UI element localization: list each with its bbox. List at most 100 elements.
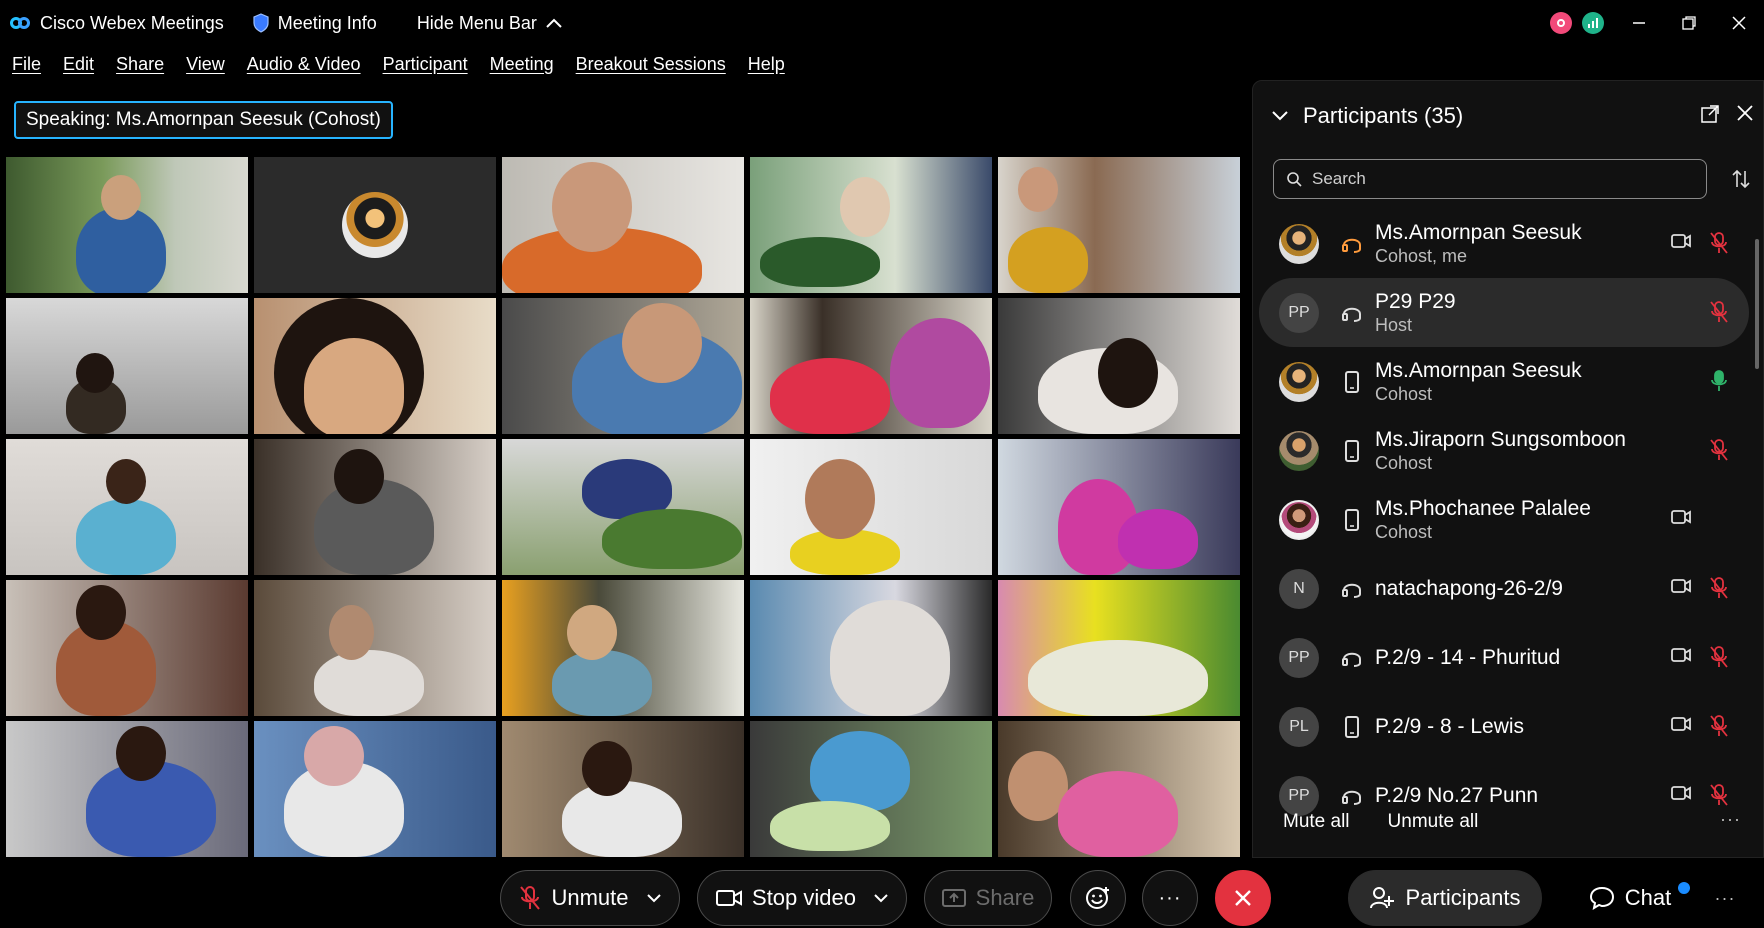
participant-row[interactable]: Nnatachapong-26-2/9: [1259, 554, 1749, 623]
video-camera-icon[interactable]: [1671, 233, 1691, 254]
headset-icon: [1337, 647, 1367, 669]
close-icon: [1235, 890, 1251, 906]
participants-icon: [1369, 887, 1394, 909]
video-tile[interactable]: [998, 298, 1240, 434]
video-tile[interactable]: [254, 298, 496, 434]
video-tile[interactable]: [998, 439, 1240, 575]
menu-audio-video[interactable]: Audio & Video: [247, 54, 361, 75]
participant-name: natachapong-26-2/9: [1375, 576, 1563, 600]
participant-list: Ms.Amornpan Seesuk Cohost, me PP P29 P29 Hos…: [1259, 209, 1749, 875]
participant-row[interactable]: PP P.2/9 - 14 - Phuritud: [1259, 623, 1749, 692]
video-tile-avatar[interactable]: [254, 157, 496, 293]
video-tile[interactable]: [750, 580, 992, 716]
video-tile[interactable]: [750, 439, 992, 575]
mute-all-button[interactable]: Mute all: [1283, 811, 1350, 833]
mic-muted-icon[interactable]: [1709, 714, 1729, 743]
participant-row[interactable]: Ms.Amornpan Seesuk Cohost, me: [1259, 209, 1749, 278]
video-tile[interactable]: [998, 157, 1240, 293]
video-tile[interactable]: [6, 580, 248, 716]
video-tile[interactable]: [6, 157, 248, 293]
video-camera-icon[interactable]: [1671, 578, 1691, 599]
mic-active-icon[interactable]: [1709, 369, 1729, 398]
participant-row[interactable]: PP P29 P29 Host: [1259, 278, 1749, 347]
menu-help[interactable]: Help: [748, 54, 785, 75]
sort-icon[interactable]: [1731, 169, 1751, 189]
minimize-button[interactable]: [1614, 3, 1664, 43]
menu-breakout-sessions[interactable]: Breakout Sessions: [576, 54, 726, 75]
meeting-info-button[interactable]: Meeting Info: [252, 13, 377, 34]
menu-edit[interactable]: Edit: [63, 54, 94, 75]
video-tile[interactable]: [750, 298, 992, 434]
hide-menu-bar-button[interactable]: Hide Menu Bar: [417, 13, 563, 34]
video-tile[interactable]: [254, 439, 496, 575]
leave-meeting-button[interactable]: [1215, 870, 1271, 926]
pop-out-icon[interactable]: [1701, 105, 1719, 123]
more-controls-button[interactable]: ···: [1142, 870, 1198, 926]
participants-button[interactable]: Participants: [1348, 870, 1542, 926]
participant-row[interactable]: PL P.2/9 - 8 - Lewis: [1259, 692, 1749, 761]
chat-unread-badge: [1678, 882, 1690, 894]
menu-view[interactable]: View: [186, 54, 225, 75]
unmute-label: Unmute: [551, 885, 629, 910]
menu-meeting[interactable]: Meeting: [490, 54, 554, 75]
video-tile[interactable]: [998, 580, 1240, 716]
participant-row[interactable]: Ms.Amornpan Seesuk Cohost: [1259, 347, 1749, 416]
more-options-button[interactable]: ···: [1700, 870, 1750, 926]
participant-row[interactable]: Ms.Jiraporn Sungsomboon Cohost: [1259, 416, 1749, 485]
video-tile[interactable]: [502, 157, 744, 293]
emoji-icon: [1086, 887, 1109, 909]
video-tile[interactable]: [6, 721, 248, 857]
chat-button[interactable]: Chat: [1570, 870, 1690, 926]
participant-search[interactable]: [1273, 159, 1707, 199]
video-tile[interactable]: [254, 580, 496, 716]
participant-row[interactable]: Ms.Phochanee Palalee Cohost: [1259, 485, 1749, 554]
mic-muted-icon: [520, 886, 541, 910]
video-camera-icon[interactable]: [1671, 716, 1691, 737]
menu-share[interactable]: Share: [116, 54, 164, 75]
restore-button[interactable]: [1664, 3, 1714, 43]
stop-video-button[interactable]: Stop video: [697, 870, 907, 926]
mic-muted-icon[interactable]: [1709, 300, 1729, 329]
video-tile[interactable]: [502, 580, 744, 716]
avatar: PL: [1279, 706, 1319, 747]
video-tile[interactable]: [998, 721, 1240, 857]
chevron-down-icon[interactable]: [874, 893, 888, 903]
search-input[interactable]: [1312, 169, 1692, 189]
share-button[interactable]: Share: [924, 870, 1052, 926]
video-camera-icon[interactable]: [1671, 647, 1691, 668]
avatar: [1279, 430, 1319, 471]
reactions-button[interactable]: [1070, 870, 1126, 926]
participant-info: Ms.Phochanee Palalee Cohost: [1375, 497, 1749, 543]
participant-info: P.2/9 - 8 - Lewis: [1375, 715, 1749, 739]
menu-file[interactable]: File: [12, 54, 41, 75]
mic-muted-icon[interactable]: [1709, 645, 1729, 674]
video-camera-icon[interactable]: [1671, 509, 1691, 530]
recording-indicator-icon[interactable]: [1550, 12, 1572, 34]
participants-footer: Mute all Unmute all ···: [1253, 787, 1763, 857]
close-window-button[interactable]: [1714, 3, 1764, 43]
unmute-button[interactable]: Unmute: [500, 870, 680, 926]
app-title: Cisco Webex Meetings: [40, 12, 224, 33]
menu-participant[interactable]: Participant: [383, 54, 468, 75]
avatar: N: [1279, 568, 1319, 609]
video-tile[interactable]: [502, 298, 744, 434]
mic-muted-icon[interactable]: [1709, 576, 1729, 605]
mic-muted-icon[interactable]: [1709, 438, 1729, 467]
participant-info: natachapong-26-2/9: [1375, 577, 1749, 601]
video-tile[interactable]: [6, 439, 248, 575]
video-tile[interactable]: [502, 721, 744, 857]
search-icon: [1287, 172, 1302, 187]
video-tile[interactable]: [6, 298, 248, 434]
network-stats-icon[interactable]: [1582, 12, 1604, 34]
video-tile[interactable]: [750, 721, 992, 857]
participant-list-scrollbar[interactable]: [1755, 209, 1761, 789]
video-tile[interactable]: [750, 157, 992, 293]
chevron-down-icon[interactable]: [1271, 110, 1289, 122]
chevron-down-icon[interactable]: [646, 893, 661, 903]
mic-muted-icon[interactable]: [1709, 231, 1729, 260]
video-tile[interactable]: [254, 721, 496, 857]
video-tile[interactable]: [502, 439, 744, 575]
more-options-icon[interactable]: ···: [1720, 809, 1741, 830]
unmute-all-button[interactable]: Unmute all: [1388, 811, 1479, 833]
close-panel-icon[interactable]: [1737, 105, 1753, 121]
